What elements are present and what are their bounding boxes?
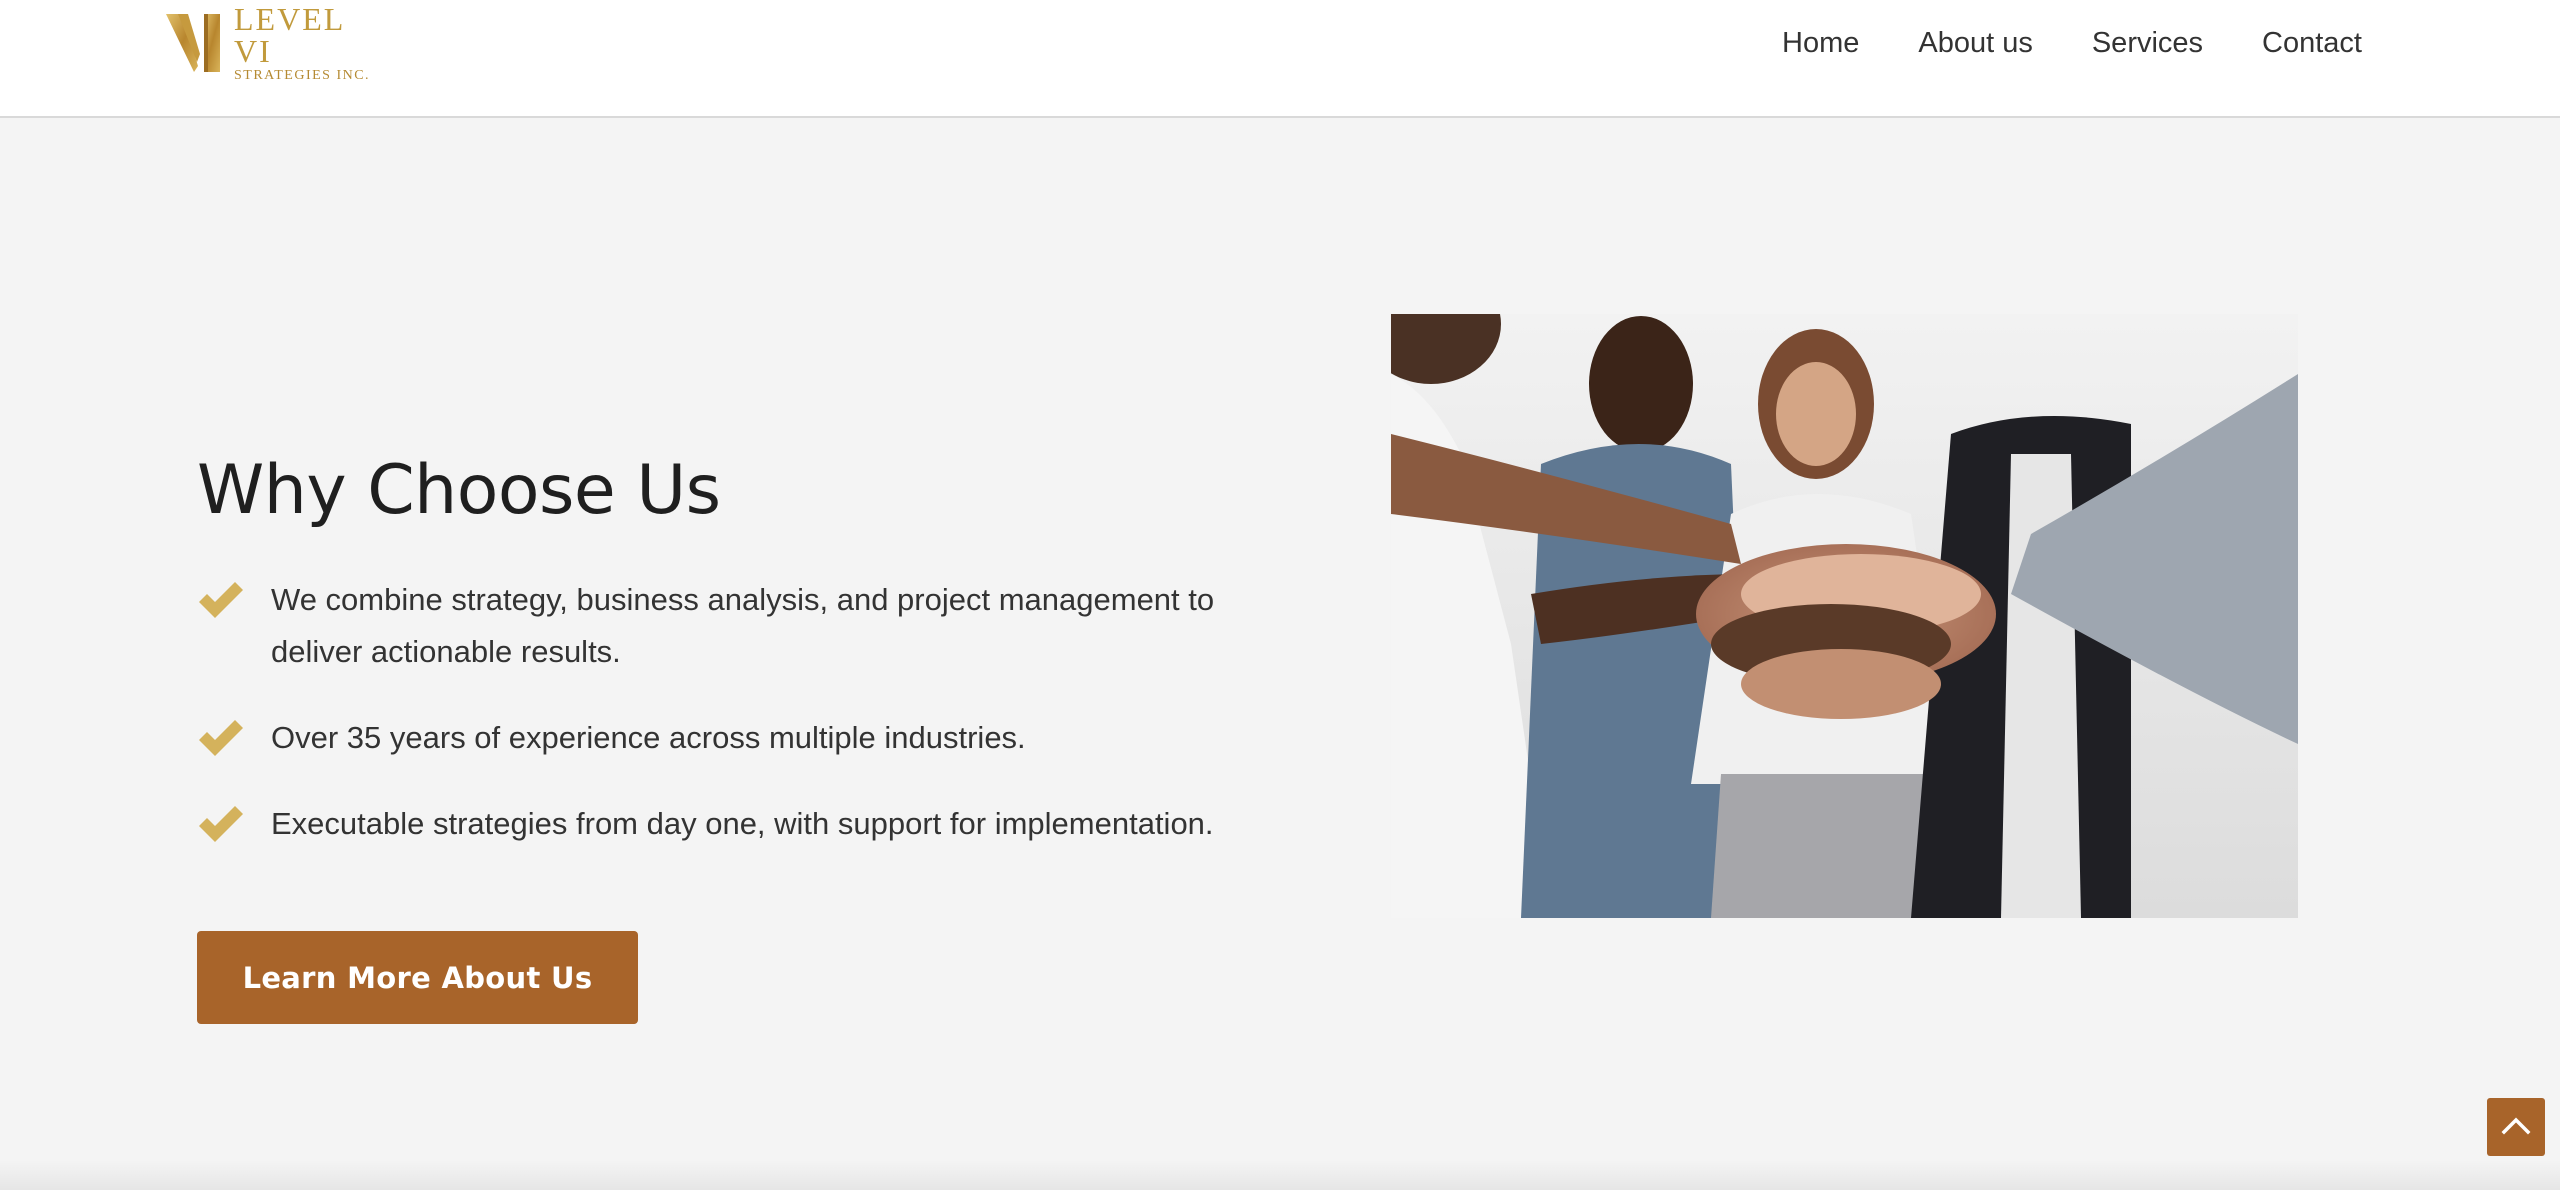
feature-text: Executable strategies from day one, with… xyxy=(271,806,1214,841)
check-icon xyxy=(197,804,245,844)
feature-item: Over 35 years of experience across multi… xyxy=(197,712,1257,764)
nav-contact[interactable]: Contact xyxy=(2262,22,2362,64)
feature-text: Over 35 years of experience across multi… xyxy=(271,720,1026,755)
logo-subtitle: STRATEGIES INC. xyxy=(234,68,371,83)
scroll-to-top-button[interactable] xyxy=(2487,1098,2545,1156)
feature-item: We combine strategy, business analysis, … xyxy=(197,574,1257,678)
nav-services[interactable]: Services xyxy=(2092,22,2203,64)
learn-more-button[interactable]: Learn More About Us xyxy=(197,931,638,1024)
site-logo[interactable]: LEVEL VI STRATEGIES INC. xyxy=(164,3,376,83)
chevron-up-icon xyxy=(2501,1115,2531,1140)
logo-title: LEVEL VI xyxy=(234,1,345,69)
section-title: Why Choose Us xyxy=(197,451,721,530)
main-nav: Home About us Services Contact xyxy=(1723,22,2362,64)
check-icon xyxy=(197,580,245,620)
feature-text: We combine strategy, business analysis, … xyxy=(271,582,1215,669)
site-header: LEVEL VI STRATEGIES INC. Home About us S… xyxy=(0,0,2560,118)
nav-about-us[interactable]: About us xyxy=(1918,22,2032,64)
nav-home[interactable]: Home xyxy=(1782,22,1859,64)
feature-list: We combine strategy, business analysis, … xyxy=(197,574,1257,884)
team-hands-together-photo xyxy=(1391,314,2298,918)
level-vi-logo-icon xyxy=(164,10,230,76)
section-divider-shadow xyxy=(0,1160,2560,1190)
check-icon xyxy=(197,718,245,758)
feature-item: Executable strategies from day one, with… xyxy=(197,798,1257,850)
